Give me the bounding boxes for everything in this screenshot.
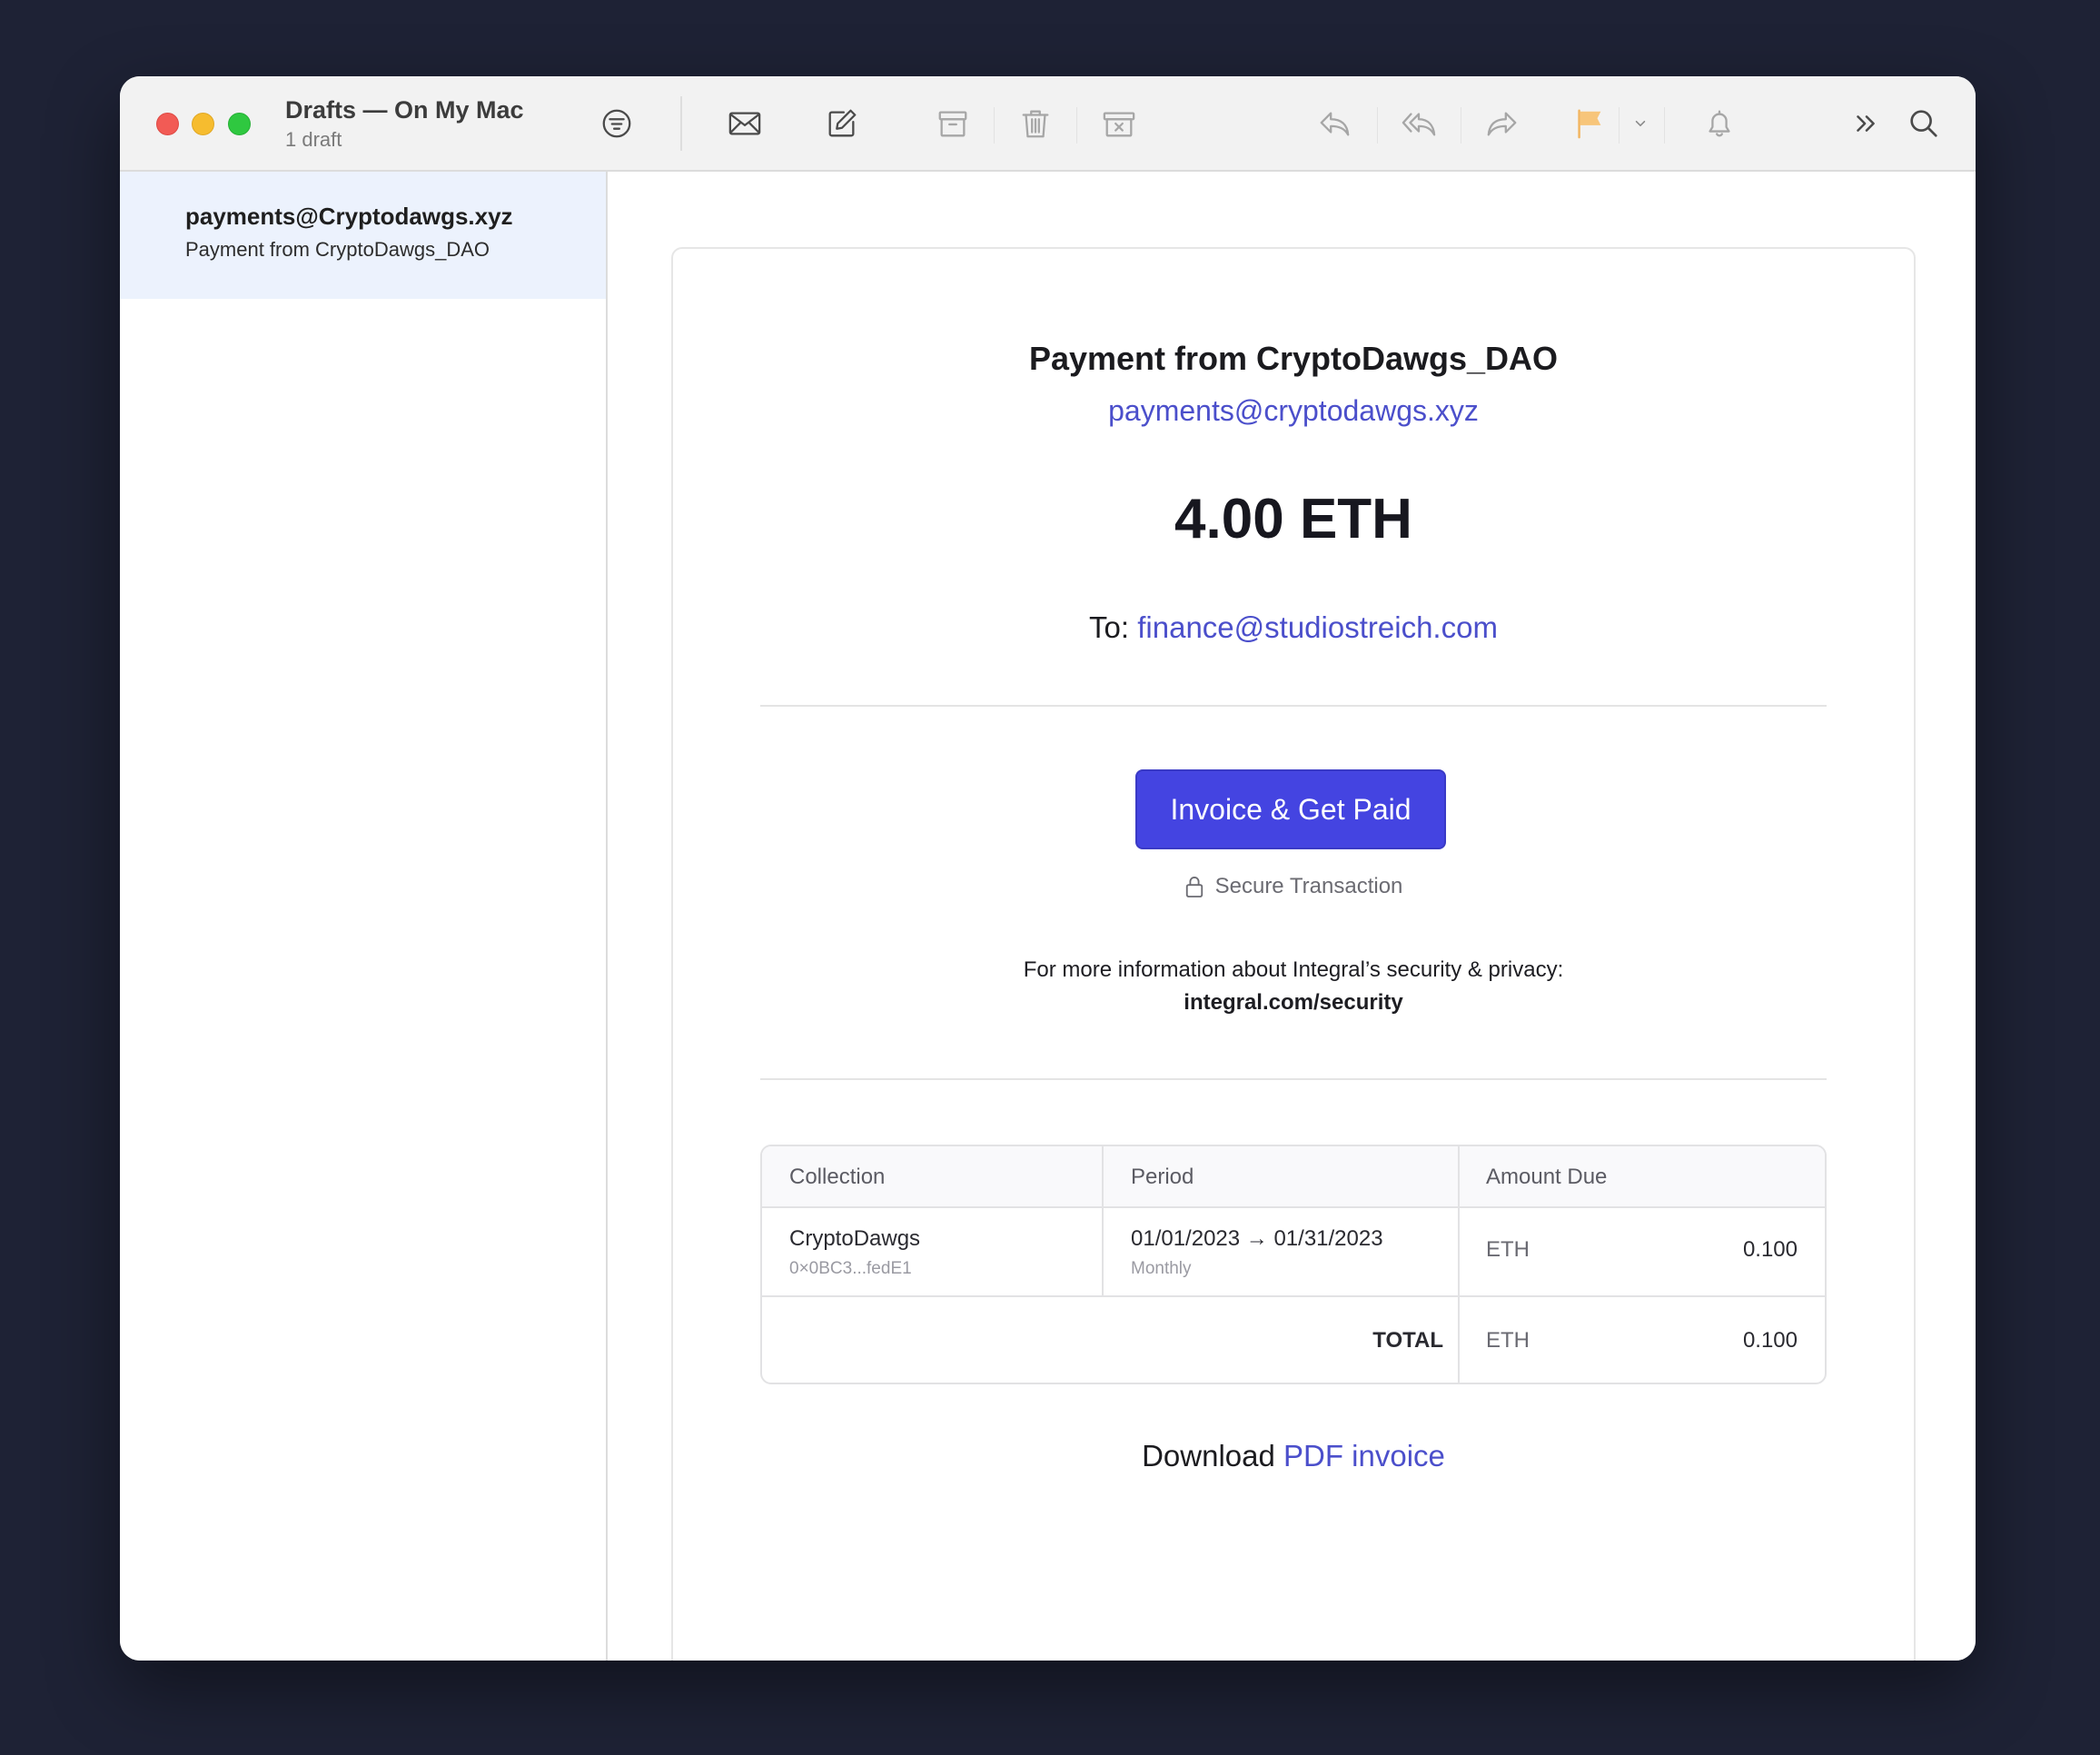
compose-icon[interactable] xyxy=(820,102,864,145)
minimize-window-button[interactable] xyxy=(192,113,214,135)
forward-icon[interactable] xyxy=(1481,102,1524,145)
secure-transaction-label: Secure Transaction xyxy=(1214,874,1403,898)
toolbar-separator xyxy=(1377,107,1378,144)
collection-address: 0×0BC3...fedE1 xyxy=(789,1259,912,1278)
total-amount: 0.100 xyxy=(1742,1328,1798,1353)
mailbox-title: Drafts — On My Mac xyxy=(285,96,524,124)
email-title: Payment from CryptoDawgs_DAO xyxy=(1028,340,1559,377)
flag-icon[interactable] xyxy=(1568,102,1611,145)
reply-icon[interactable] xyxy=(1312,102,1356,145)
mail-window: Drafts — On My Mac 1 draft payments@Cryp… xyxy=(120,76,1976,1661)
zoom-window-button[interactable] xyxy=(228,113,251,135)
search-icon[interactable] xyxy=(1902,102,1946,145)
collection-name: CryptoDawgs xyxy=(789,1226,921,1251)
archive-icon[interactable] xyxy=(931,102,975,145)
lock-icon xyxy=(1185,877,1203,897)
table-header: Collection Period Amount Due xyxy=(762,1146,1825,1208)
invoice-get-paid-button[interactable]: Invoice & Get Paid xyxy=(1135,769,1446,849)
sender-email-link[interactable]: payments@cryptodawgs.xyz xyxy=(673,394,1914,428)
toolbar-separator xyxy=(1619,107,1620,144)
security-info-link[interactable]: integral.com/security xyxy=(673,990,1914,1016)
envelope-icon[interactable] xyxy=(723,102,767,145)
amount-unit: ETH xyxy=(1486,1237,1530,1262)
amount-value: 0.100 xyxy=(1742,1237,1798,1262)
message-list-item[interactable]: payments@Cryptodawgs.xyz Payment from Cr… xyxy=(120,172,606,299)
recipient-line: To: finance@studiostreich.com xyxy=(673,610,1914,645)
toolbar: Drafts — On My Mac 1 draft xyxy=(120,76,1976,172)
recipient-label: To: xyxy=(1089,610,1138,644)
table-row: CryptoDawgs 0×0BC3...fedE1 01/01/2023 → … xyxy=(762,1208,1825,1297)
message-sender: payments@Cryptodawgs.xyz xyxy=(185,203,513,230)
bell-icon[interactable] xyxy=(1698,102,1741,145)
window-title: Drafts — On My Mac 1 draft xyxy=(285,96,524,152)
billing-frequency: Monthly xyxy=(1131,1259,1192,1278)
section-divider xyxy=(760,1078,1827,1080)
invoice-table: Collection Period Amount Due CryptoDawgs… xyxy=(760,1145,1827,1384)
column-header-collection: Collection xyxy=(789,1165,886,1189)
pdf-invoice-link[interactable]: PDF invoice xyxy=(1283,1439,1445,1472)
message-viewer: Payment from CryptoDawgs_DAO payments@cr… xyxy=(609,172,1976,1661)
billing-period: 01/01/2023 → 01/31/2023 xyxy=(1131,1226,1383,1251)
chevron-down-icon[interactable] xyxy=(1620,102,1660,145)
total-unit: ETH xyxy=(1486,1328,1530,1353)
close-window-button[interactable] xyxy=(156,113,179,135)
download-line: Download PDF invoice xyxy=(673,1439,1914,1473)
column-separator xyxy=(1458,1146,1460,1383)
secure-transaction-note: Secure Transaction xyxy=(673,874,1914,899)
payment-amount: 4.00 ETH xyxy=(1174,488,1412,550)
mailbox-count: 1 draft xyxy=(285,128,342,151)
more-icon[interactable] xyxy=(1845,102,1888,145)
trash-icon[interactable] xyxy=(1014,102,1057,145)
column-separator xyxy=(1102,1146,1104,1297)
download-label: Download xyxy=(1142,1439,1284,1472)
filter-icon[interactable] xyxy=(595,102,639,145)
reply-all-icon[interactable] xyxy=(1397,102,1441,145)
section-divider xyxy=(760,705,1827,707)
toolbar-separator xyxy=(1664,107,1665,144)
message-list: payments@Cryptodawgs.xyz Payment from Cr… xyxy=(120,172,608,1661)
recipient-email-link[interactable]: finance@studiostreich.com xyxy=(1137,610,1498,644)
toolbar-separator xyxy=(680,96,682,151)
column-header-amount-due: Amount Due xyxy=(1486,1165,1608,1189)
junk-icon[interactable] xyxy=(1097,102,1141,145)
message-subject: Payment from CryptoDawgs_DAO xyxy=(185,238,490,261)
total-label: TOTAL xyxy=(1372,1328,1443,1353)
security-info-text: For more information about Integral’s se… xyxy=(1023,957,1564,982)
toolbar-separator xyxy=(994,107,995,144)
toolbar-separator xyxy=(1076,107,1077,144)
email-card: Payment from CryptoDawgs_DAO payments@cr… xyxy=(671,247,1916,1661)
column-header-period: Period xyxy=(1131,1165,1194,1189)
